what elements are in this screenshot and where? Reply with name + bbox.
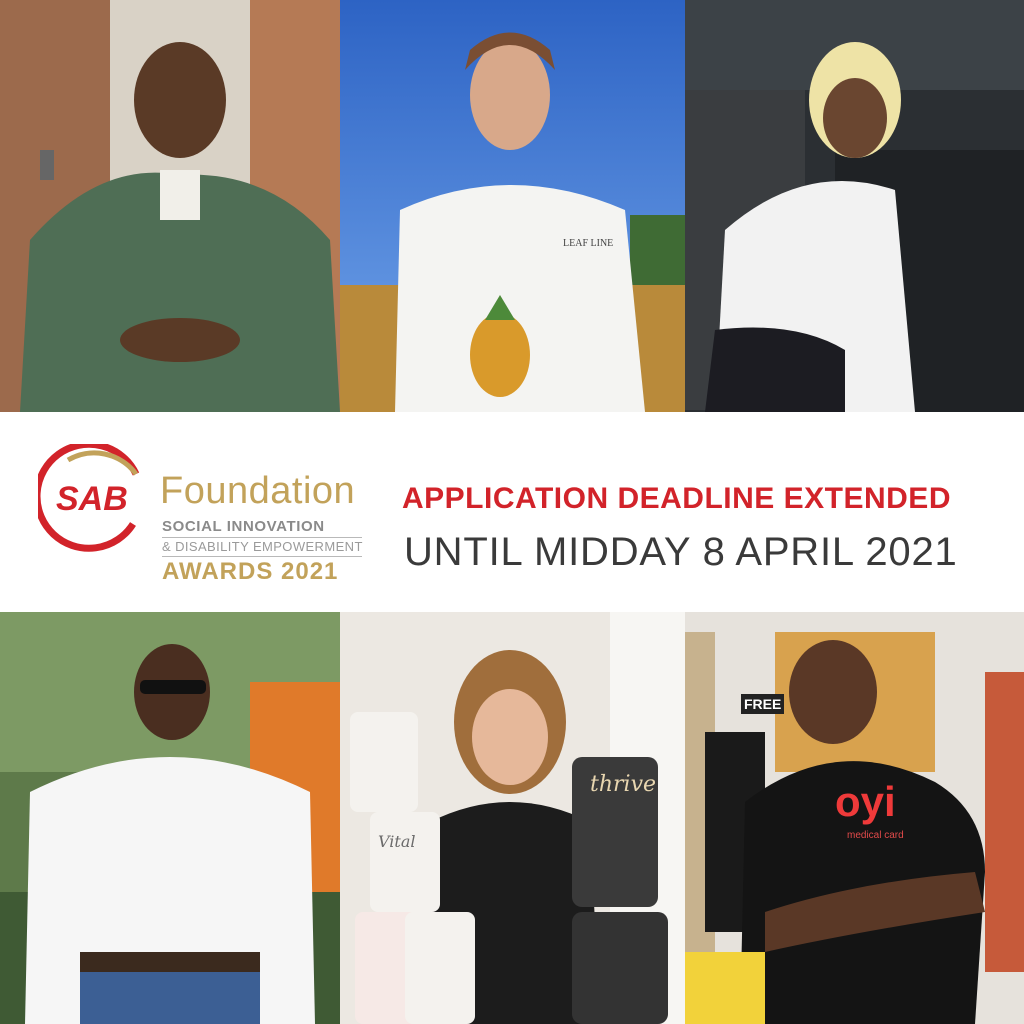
- logo-brand-text: SAB: [56, 480, 128, 518]
- sab-foundation-logo: SAB Foundation SOCIAL INNOVATION & DISAB…: [38, 436, 368, 596]
- bottom-photo-row: thrive Vital FREE oyi medical card: [0, 612, 1024, 1024]
- logo-foundation-text: Foundation: [160, 470, 356, 512]
- logo-divider-2: [162, 556, 362, 557]
- photo-woman-thrive-canisters: thrive Vital: [340, 612, 685, 1024]
- photo-man-oyi-shirt-shop: FREE oyi medical card: [685, 612, 1024, 1024]
- photo-man-green-overalls: [0, 0, 340, 412]
- logo-disability-text: & DISABILITY EMPOWERMENT: [162, 539, 363, 554]
- top-photo-row: LEAF LINE: [0, 0, 1024, 412]
- logo-divider: [162, 537, 362, 538]
- deadline-headline: APPLICATION DEADLINE EXTENDED: [402, 482, 951, 515]
- logo-awards-text: AWARDS 2021: [162, 558, 339, 585]
- photo-man-sunglasses-garden: [0, 612, 340, 1024]
- photo-woman-vehicle-seat: [685, 0, 1024, 412]
- canister-label-thrive: thrive: [590, 772, 657, 797]
- shirt-brand-sub: medical card: [847, 830, 904, 841]
- shirt-brand-oyi: oyi: [835, 778, 896, 825]
- logo-social-innovation-text: SOCIAL INNOVATION: [162, 518, 325, 535]
- canister-label-vital: Vital: [378, 832, 416, 851]
- announcement-banner: SAB Foundation SOCIAL INNOVATION & DISAB…: [0, 412, 1024, 612]
- shirt-logo: LEAF LINE: [563, 238, 614, 249]
- deadline-date: UNTIL MIDDAY 8 APRIL 2021: [404, 530, 958, 574]
- photo-woman-pineapple-field: LEAF LINE: [340, 0, 685, 412]
- sign-free: FREE: [741, 694, 785, 714]
